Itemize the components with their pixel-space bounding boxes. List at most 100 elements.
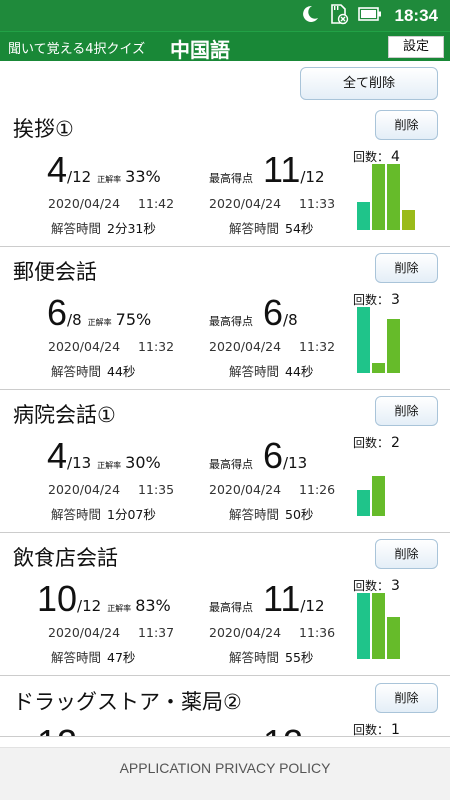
score-history-bar: [357, 593, 370, 659]
best-date: 2020/04/24 11:26: [209, 482, 335, 497]
score-history-bar: [387, 164, 400, 230]
delete-button[interactable]: 削除: [375, 396, 438, 426]
app-title: 中国語: [170, 38, 230, 62]
latest-answer-time: 解答時間 2分31秒: [51, 218, 156, 237]
accuracy-value: 33%: [125, 167, 161, 186]
answer-time-value: 1分07秒: [107, 507, 156, 522]
answer-time-label: 解答時間: [51, 364, 102, 379]
delete-all-button[interactable]: 全て削除: [300, 67, 438, 100]
best-score: 最高得点 11/12: [209, 149, 325, 191]
latest-clock-value: 11:37: [138, 625, 175, 640]
best-score-total: /8: [283, 311, 298, 329]
score-history-chart: [355, 307, 425, 373]
quiz-title: ドラッグストア・薬局②: [13, 690, 242, 714]
score-history-bar: [372, 363, 385, 373]
best-score-label: 最高得点: [209, 172, 253, 185]
answer-time-value: 44秒: [107, 364, 136, 379]
answer-time-label: 解答時間: [51, 507, 102, 522]
best-answer-time: 解答時間 55秒: [229, 647, 313, 666]
attempt-count-label: 回数：: [353, 579, 390, 593]
latest-score-value: 12: [37, 722, 77, 737]
quiz-title: 郵便会話: [13, 260, 97, 284]
quiz-title: 挨拶①: [13, 117, 74, 141]
answer-time-label: 解答時間: [229, 507, 280, 522]
latest-clock-value: 11:35: [138, 482, 175, 497]
quiz-result-card: 病院会話① 削除 4/13 正解率 30% 最高得点 6/13 2020/04/24 11:35…: [0, 390, 450, 533]
answer-time-label: 解答時間: [229, 221, 280, 236]
accuracy-label: 正解率: [87, 318, 112, 327]
answer-time-value: 2分31秒: [107, 221, 156, 236]
answer-time-value: 44秒: [285, 364, 314, 379]
latest-date: 2020/04/24 11:35: [48, 482, 174, 497]
attempt-count: 回数： 3: [353, 291, 400, 308]
latest-date: 2020/04/24 11:42: [48, 196, 174, 211]
best-date: 2020/04/24 11:33: [209, 196, 335, 211]
app-subtitle: 聞いて覚える4択クイズ: [8, 42, 146, 57]
score-history-bar: [387, 319, 400, 373]
accuracy-value: 83%: [135, 596, 171, 615]
latest-score: 6/8 正解率 75%: [47, 292, 151, 334]
privacy-policy-link[interactable]: APPLICATION PRIVACY POLICY: [120, 760, 331, 776]
best-answer-time: 解答時間 44秒: [229, 361, 313, 380]
best-date-value: 2020/04/24: [209, 625, 282, 640]
accuracy-value: 30%: [125, 453, 161, 472]
accuracy-label: 正解率: [97, 175, 122, 184]
delete-button[interactable]: 削除: [375, 110, 438, 140]
latest-score-value: 4: [47, 149, 68, 190]
score-history-bar: [402, 210, 415, 230]
quiz-result-card: ドラッグストア・薬局②削除12正解率最高得点12解答時間解答時間回数：1: [0, 677, 450, 737]
best-score-label: 最高得点: [209, 315, 253, 328]
delete-button[interactable]: 削除: [375, 253, 438, 283]
accuracy-label: 正解率: [107, 604, 132, 613]
quiz-result-card: 挨拶① 削除 4/12 正解率 33% 最高得点 11/12 2020/04/24 11:42 2…: [0, 104, 450, 247]
latest-answer-time: 解答時間 47秒: [51, 647, 135, 666]
status-time: 18:34: [394, 6, 438, 25]
delete-button[interactable]: 削除: [375, 539, 438, 569]
score-history-chart: [355, 450, 425, 516]
attempt-count: 回数： 3: [353, 577, 400, 594]
attempt-count-label: 回数：: [353, 436, 390, 450]
best-clock-value: 11:33: [299, 196, 336, 211]
best-clock-value: 11:26: [299, 482, 336, 497]
latest-clock-value: 11:32: [138, 339, 175, 354]
best-score-total: /13: [283, 454, 308, 472]
settings-button[interactable]: 設定: [388, 36, 444, 58]
latest-score-total: /8: [67, 311, 82, 329]
best-answer-time: 解答時間 54秒: [229, 218, 313, 237]
best-score-value: 11: [263, 578, 301, 619]
sd-card-icon: [329, 3, 349, 29]
score-history-bar: [357, 307, 370, 373]
score-history-bar: [387, 617, 400, 659]
battery-icon: [357, 6, 382, 26]
score-history-bar: [372, 593, 385, 659]
delete-button[interactable]: 削除: [375, 683, 438, 713]
latest-score-value: 6: [47, 292, 68, 333]
answer-time-value: 55秒: [285, 650, 314, 665]
score-history-bar: [372, 164, 385, 230]
latest-answer-time: 解答時間 44秒: [51, 361, 135, 380]
latest-score-total: /12: [77, 597, 102, 615]
best-score-total: /12: [300, 597, 325, 615]
app-header: 聞いて覚える4択クイズ 中国語 設定: [0, 31, 450, 62]
best-score-label: 最高得点: [209, 601, 253, 614]
attempt-count-value: 3: [391, 292, 400, 308]
best-score: 最高得点 6/13: [209, 435, 307, 477]
latest-score-total: /12: [67, 168, 92, 186]
latest-date: 2020/04/24 11:37: [48, 625, 174, 640]
score-history-chart: [355, 164, 425, 230]
best-score-value: 6: [263, 292, 284, 333]
attempt-count-value: 4: [391, 149, 400, 165]
best-date-value: 2020/04/24: [209, 482, 282, 497]
latest-clock-value: 11:42: [138, 196, 175, 211]
latest-score: 12正解率: [37, 722, 111, 737]
answer-time-label: 解答時間: [51, 650, 102, 665]
attempt-count-value: 3: [391, 578, 400, 594]
latest-score-value: 10: [37, 578, 78, 619]
best-score: 最高得点 11/12: [209, 578, 325, 620]
latest-date: 2020/04/24 11:32: [48, 339, 174, 354]
divider: [0, 736, 450, 737]
attempt-count-value: 2: [391, 435, 400, 451]
best-clock-value: 11:36: [299, 625, 336, 640]
latest-date-value: 2020/04/24: [48, 482, 121, 497]
latest-date-value: 2020/04/24: [48, 625, 121, 640]
